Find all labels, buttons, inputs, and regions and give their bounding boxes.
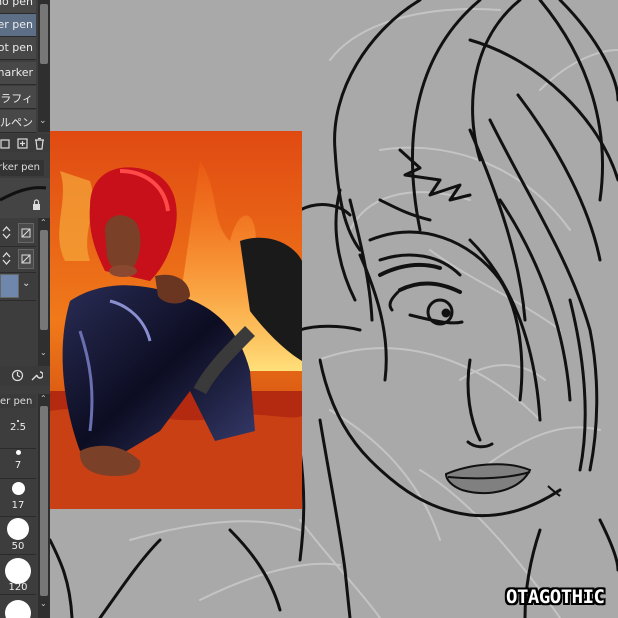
properties-scrollbar[interactable]: ⌃ ⌄ (38, 218, 50, 368)
brush-item-4[interactable]: グラフィ (0, 86, 36, 109)
reference-image[interactable] (50, 131, 302, 509)
subtool-actions (0, 134, 50, 152)
brush-item-5[interactable]: ルペン (0, 110, 36, 133)
brush-size-cell[interactable] (0, 596, 36, 618)
property-row-2 (0, 246, 36, 273)
brush-size-tab[interactable]: er pen (0, 394, 36, 408)
spin-arrows-icon[interactable] (0, 252, 13, 265)
size-number: 2.5 (10, 422, 26, 433)
size-dot (16, 450, 21, 455)
size-dot (12, 482, 25, 495)
spin-arrows-icon[interactable] (0, 226, 13, 239)
scroll-down-icon[interactable]: ⌄ (40, 348, 47, 357)
scroll-down-icon[interactable]: ⌄ (39, 116, 47, 126)
size-dot (5, 558, 31, 584)
stroke-preview (0, 178, 50, 218)
size-number: 17 (11, 500, 25, 511)
brush-item-label: ker pen (0, 18, 33, 31)
brush-size-cell[interactable]: 50 (0, 516, 36, 555)
tool-panel: no pen ker pen Dot pen marker グラフィ ルペン ⌄… (0, 0, 50, 618)
size-dot (5, 600, 31, 618)
brush-item-label: ルペン (0, 116, 33, 129)
brush-size-cell[interactable]: 7 (0, 440, 36, 479)
scroll-thumb[interactable] (40, 406, 48, 596)
brush-size-header: er pen (0, 396, 33, 407)
property-row-3: ⌄ (0, 272, 36, 301)
chevron-down-icon[interactable]: ⌄ (22, 278, 30, 289)
brush-item-label: marker (0, 66, 33, 79)
ruler-toggle-icon (21, 228, 31, 238)
watermark: OTAGOTHIC (506, 586, 605, 608)
brush-item-label: グラフィ (0, 92, 33, 105)
subtool-name: marker pen (0, 162, 40, 173)
subtool-name-tab[interactable]: marker pen (0, 160, 44, 176)
scroll-thumb[interactable] (40, 230, 48, 330)
ruler-toggle[interactable] (18, 249, 34, 269)
brush-item-3[interactable]: marker (0, 62, 36, 85)
brush-item-2[interactable]: Dot pen (0, 37, 36, 60)
scroll-up-icon[interactable]: ⌃ (40, 394, 47, 403)
size-dot (7, 518, 29, 540)
property-row-1 (0, 220, 36, 247)
brush-size-cell[interactable]: 17 (0, 478, 36, 517)
size-palette-scrollbar[interactable]: ⌃ ⌄ (38, 394, 50, 618)
ruler-toggle[interactable] (18, 223, 34, 243)
brush-tip-preview[interactable] (0, 274, 19, 298)
lock-icon[interactable] (30, 198, 43, 211)
scroll-down-icon[interactable]: ⌄ (40, 599, 47, 608)
scroll-up-icon[interactable]: ⌃ (40, 218, 47, 227)
brush-size-cell[interactable]: 120 (0, 556, 36, 595)
new-subtool-icon[interactable] (16, 137, 29, 150)
wrench-icon[interactable] (30, 369, 43, 382)
size-number: 120 (8, 582, 28, 593)
reference-illustration (50, 131, 302, 509)
copy-subtool-icon[interactable] (0, 137, 13, 150)
brush-list-scrollbar[interactable]: ⌄ (38, 0, 50, 132)
brush-item-1[interactable]: ker pen (0, 14, 36, 37)
properties-footer (0, 366, 50, 386)
size-number: 7 (14, 460, 22, 471)
ruler-toggle-icon (21, 254, 31, 264)
brush-item-label: no pen (0, 0, 33, 8)
scroll-thumb[interactable] (40, 4, 48, 64)
brush-item-0[interactable]: no pen (0, 0, 36, 14)
brush-item-label: Dot pen (0, 41, 33, 54)
delete-subtool-icon[interactable] (33, 137, 46, 150)
size-number: 50 (11, 541, 25, 552)
reset-icon[interactable] (11, 369, 24, 382)
